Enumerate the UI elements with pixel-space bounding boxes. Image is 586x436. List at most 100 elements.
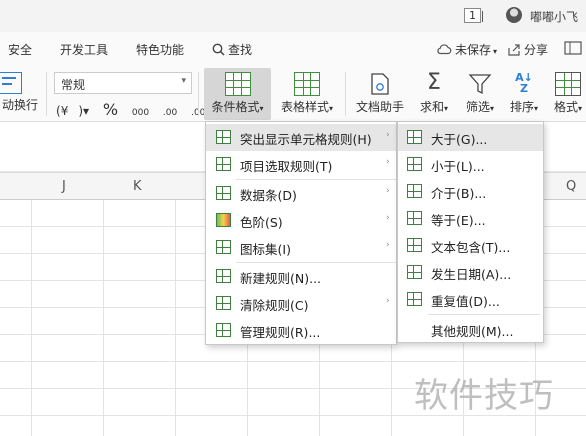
menu-item-icon-sets[interactable]: 图标集(I) › <box>206 234 396 261</box>
submenu-item-other-rules[interactable]: 其他规则(M)... <box>398 316 543 343</box>
submenu-item-label: 发生日期(A)... <box>431 267 512 282</box>
submenu-item-label: 其他规则(M)... <box>431 324 514 339</box>
menu-item-manage-rules[interactable]: 管理规则(R)... <box>206 317 396 344</box>
unsaved-button[interactable]: 未保存 ▾ <box>436 41 497 58</box>
submenu-item-label: 等于(E)... <box>431 213 486 228</box>
ribbon-divider <box>46 72 47 116</box>
column-header-j[interactable]: J <box>62 179 66 194</box>
tab-security[interactable]: 安全 <box>8 41 32 58</box>
submenu-item-duplicate-values[interactable]: 重复值(D)... <box>398 286 543 313</box>
chevron-down-icon: ▾ <box>181 76 186 86</box>
equal-to-icon <box>407 211 422 225</box>
filter-button[interactable]: 筛选▾ <box>460 68 500 120</box>
sort-label: 排序▾ <box>509 100 539 114</box>
color-scales-icon <box>216 213 231 227</box>
menu-item-label: 清除规则(C) <box>240 298 309 313</box>
greater-than-icon <box>407 130 422 144</box>
table-style-label: 表格样式▾ <box>280 100 334 114</box>
submenu-item-less-than[interactable]: 小于(L)... <box>398 151 543 178</box>
cloud-icon <box>437 44 452 55</box>
watermark-text: 软件技巧 <box>414 376 554 416</box>
submenu-arrow-icon: › <box>386 186 390 196</box>
submenu-item-equal-to[interactable]: 等于(E)... <box>398 205 543 232</box>
sum-label: 求和▾ <box>419 100 449 114</box>
find-label: 查找 <box>228 43 253 57</box>
submenu-item-text-contains[interactable]: 文本包含(T)... <box>398 232 543 259</box>
menu-item-highlight-rules[interactable]: 突出显示单元格规则(H) › <box>206 124 396 151</box>
submenu-arrow-icon: › <box>386 296 390 306</box>
submenu-item-date-occurring[interactable]: 发生日期(A)... <box>398 259 543 286</box>
more-options-icon <box>564 41 582 55</box>
title-bar: 1 嘟嘟小飞 <box>0 0 586 32</box>
manage-rules-icon <box>216 323 231 337</box>
window-count-badge[interactable]: 1 <box>464 8 483 23</box>
share-button[interactable]: 分享 <box>508 41 548 58</box>
table-style-icon <box>294 72 320 96</box>
submenu-arrow-icon: › <box>386 213 390 223</box>
submenu-item-label: 大于(G)... <box>431 132 488 147</box>
wrap-text-button[interactable]: 动换行 <box>0 68 40 120</box>
avatar[interactable] <box>506 7 522 23</box>
username[interactable]: 嘟嘟小飞 <box>530 8 578 25</box>
tab-features[interactable]: 特色功能 <box>136 41 184 58</box>
icon-sets-icon <box>216 240 231 254</box>
new-rule-icon <box>216 269 231 283</box>
conditional-format-button[interactable]: 条件格式▾ <box>204 68 271 120</box>
submenu-item-between[interactable]: 介于(B)... <box>398 178 543 205</box>
sum-button[interactable]: Σ 求和▾ <box>414 68 454 120</box>
menu-item-label: 色阶(S) <box>240 215 283 230</box>
sigma-icon: Σ <box>427 70 441 95</box>
find-button[interactable]: 查找 <box>212 41 252 58</box>
table-style-button[interactable]: 表格样式▾ <box>274 68 340 120</box>
increase-decimal-button[interactable]: .00 <box>163 108 177 118</box>
menu-item-clear-rules[interactable]: 清除规则(C) › <box>206 290 396 317</box>
conditional-format-menu: 突出显示单元格规则(H) › 项目选取规则(T) › 数据条(D) › 色阶(S… <box>205 121 397 345</box>
submenu-arrow-icon: › <box>386 157 390 167</box>
unsaved-label: 未保存 <box>455 43 492 57</box>
format-icon <box>555 72 581 96</box>
less-than-icon <box>407 157 422 171</box>
submenu-item-greater-than[interactable]: 大于(G)... <box>398 124 543 151</box>
thousands-button[interactable]: 000 <box>132 108 149 118</box>
menu-item-data-bars[interactable]: 数据条(D) › <box>206 180 396 207</box>
ribbon-divider <box>198 72 199 116</box>
data-bars-icon <box>216 186 231 200</box>
top-bottom-rules-icon <box>216 157 231 171</box>
currency-icon: ¥ <box>60 104 69 118</box>
ribbon-divider <box>345 72 346 116</box>
percent-button[interactable]: % <box>103 100 118 119</box>
menu-item-label: 项目选取规则(T) <box>240 159 333 174</box>
highlight-rules-icon <box>216 130 231 144</box>
filter-label: 筛选▾ <box>465 100 495 114</box>
doc-helper-label: 文档助手 <box>355 100 404 114</box>
currency-button[interactable]: (¥)▾ <box>56 104 89 118</box>
submenu-item-label: 文本包含(T)... <box>431 240 511 255</box>
sort-button[interactable]: A↓ Z 排序▾ <box>504 68 544 120</box>
wrap-text-label: 动换行 <box>1 98 38 112</box>
column-header-q[interactable]: Q <box>566 179 576 194</box>
submenu-arrow-icon: › <box>386 130 390 140</box>
submenu-item-label: 重复值(D)... <box>431 294 500 309</box>
chevron-down-icon: ▾ <box>493 47 498 56</box>
format-label: 格式▾ <box>553 100 583 114</box>
more-button[interactable] <box>564 41 582 58</box>
text-contains-icon <box>407 238 422 252</box>
doc-helper-icon <box>367 72 393 96</box>
tab-developer[interactable]: 开发工具 <box>60 41 108 58</box>
date-occurring-icon <box>407 265 422 279</box>
number-format-buttons: (¥)▾ % 000 .00 .00 <box>56 100 215 119</box>
menu-item-new-rule[interactable]: 新建规则(N)... <box>206 263 396 290</box>
clear-rules-icon <box>216 296 231 310</box>
submenu-item-label: 介于(B)... <box>431 186 487 201</box>
doc-helper-button[interactable]: 文档助手 <box>352 68 408 120</box>
conditional-format-icon <box>224 72 251 96</box>
column-header-k[interactable]: K <box>133 179 142 194</box>
format-button[interactable]: 格式▾ <box>548 68 586 120</box>
menu-item-color-scales[interactable]: 色阶(S) › <box>206 207 396 234</box>
highlight-cells-submenu: 大于(G)... 小于(L)... 介于(B)... 等于(E)... 文本包含… <box>397 121 544 343</box>
menu-item-top-bottom-rules[interactable]: 项目选取规则(T) › <box>206 151 396 178</box>
menu-separator <box>428 314 540 315</box>
search-icon <box>212 43 225 56</box>
menu-item-label: 突出显示单元格规则(H) <box>240 132 372 147</box>
number-format-select[interactable]: 常规 ▾ <box>54 72 192 94</box>
